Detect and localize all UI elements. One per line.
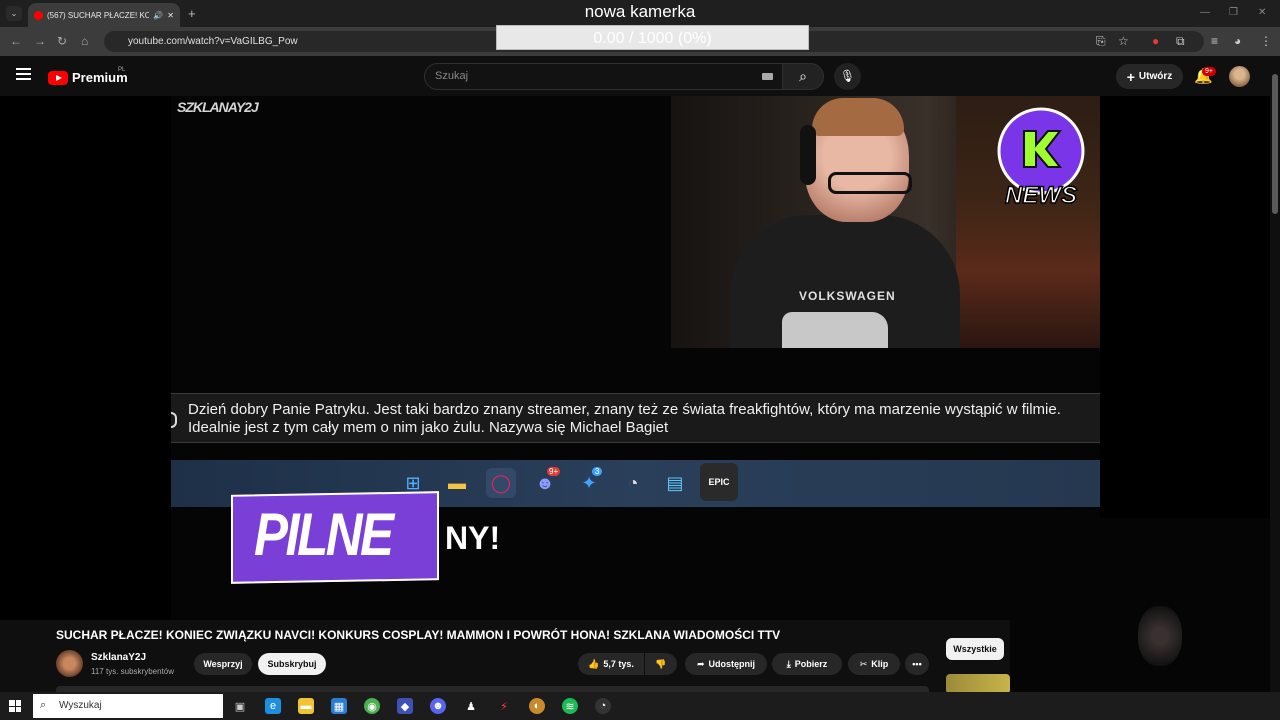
media-control-icon[interactable]: ≡ bbox=[1211, 34, 1218, 48]
create-label: Utwórz bbox=[1138, 71, 1173, 82]
menu-kebab-icon[interactable]: ⋮ bbox=[1260, 34, 1272, 48]
youtube-logo[interactable]: Premium bbox=[48, 70, 128, 85]
join-button[interactable]: Wesprzyj bbox=[194, 653, 252, 675]
subscribe-button[interactable]: Subskrybuj bbox=[258, 653, 326, 675]
thumbs-up-icon: 👍 bbox=[588, 658, 600, 669]
extensions-icon[interactable]: ⧉ bbox=[1176, 34, 1185, 49]
k-news-logo: NEWS bbox=[997, 107, 1085, 210]
notepad-icon: ▤ bbox=[666, 472, 684, 493]
opera-icon: ◯ bbox=[486, 468, 516, 498]
create-button[interactable]: + Utwórz bbox=[1116, 64, 1183, 89]
mic-icon[interactable]: 🎙 bbox=[834, 63, 861, 90]
task-view-icon[interactable]: ▣ bbox=[232, 698, 248, 714]
file-explorer-icon[interactable]: ▬ bbox=[298, 698, 314, 714]
person-hair bbox=[812, 98, 904, 136]
dislike-button[interactable]: 👎 bbox=[645, 653, 677, 675]
obs-taskbar-icon[interactable]: ◔ bbox=[595, 698, 611, 714]
facecam-person bbox=[1138, 606, 1182, 666]
like-count: 5,7 tys. bbox=[603, 659, 634, 669]
thumbs-down-icon: 👎 bbox=[655, 658, 667, 669]
download-label: Pobierz bbox=[794, 659, 828, 669]
store-icon[interactable]: ▦ bbox=[331, 698, 347, 714]
profile-icon[interactable]: ◕ bbox=[1234, 34, 1241, 48]
more-actions-button[interactable]: ••• bbox=[905, 653, 929, 675]
search-button[interactable]: ⌕ bbox=[782, 63, 824, 90]
reload-icon[interactable]: ↻ bbox=[57, 34, 67, 48]
discord-badge: 9+ bbox=[547, 467, 561, 476]
news-text: NEWS bbox=[1005, 182, 1077, 209]
notification-badge: 9+ bbox=[1202, 67, 1216, 76]
overlay-title: nowa kamerka bbox=[584, 2, 696, 21]
hamburger-menu-icon[interactable] bbox=[16, 68, 31, 83]
channel-watermark: SZKLANAY2J bbox=[177, 99, 259, 115]
install-app-icon[interactable]: ⎘ bbox=[1096, 34, 1106, 49]
account-avatar[interactable] bbox=[1229, 66, 1250, 87]
search-input[interactable]: Szukaj bbox=[424, 63, 784, 90]
share-label: Udostępnij bbox=[708, 659, 756, 669]
overlay-progress: 0.00 / 1000 (0%) bbox=[496, 25, 809, 50]
like-button[interactable]: 👍 5,7 tys. bbox=[578, 653, 644, 675]
folder-icon: ▬ bbox=[448, 472, 466, 493]
extension-red-icon[interactable]: ● bbox=[1152, 34, 1159, 48]
region-code: PL bbox=[118, 67, 126, 73]
url-text: youtube.com/watch?v=VaGILBG_Pow bbox=[128, 36, 298, 47]
share-button[interactable]: ➦ Udostępnij bbox=[685, 653, 767, 675]
lightning-app-icon[interactable]: ⚡ bbox=[496, 698, 512, 714]
obs-icon: ◔ bbox=[627, 472, 639, 493]
spotify-icon[interactable]: ≋ bbox=[562, 698, 578, 714]
league-icon[interactable]: ◐ bbox=[529, 698, 545, 714]
clip-button[interactable]: ✂ Klip bbox=[848, 653, 900, 675]
character-app-icon[interactable]: ♟ bbox=[463, 698, 479, 714]
keyboard-icon[interactable] bbox=[762, 73, 773, 80]
channel-name[interactable]: SzklanaY2J bbox=[91, 652, 146, 663]
edge-icon[interactable]: e bbox=[265, 698, 281, 714]
scrollbar-thumb[interactable] bbox=[1272, 74, 1278, 214]
search-icon: ⌕ bbox=[40, 699, 47, 711]
subtitle-text: Dzień dobry Panie Patryku. Jest taki bar… bbox=[188, 401, 1061, 436]
chip-all[interactable]: Wszystkie bbox=[946, 638, 1004, 660]
epic-games-icon: EPIC bbox=[700, 463, 738, 501]
download-button[interactable]: ⤓ Pobierz bbox=[772, 653, 842, 675]
bookmark-star-icon[interactable]: ☆ bbox=[1118, 34, 1129, 48]
forward-icon[interactable]: → bbox=[34, 34, 46, 48]
app-icon-blue[interactable]: ◆ bbox=[397, 698, 413, 714]
back-icon[interactable]: ← bbox=[10, 34, 22, 48]
chrome-icon[interactable]: ◉ bbox=[364, 698, 380, 714]
more-icon: ••• bbox=[912, 659, 922, 669]
headset bbox=[800, 125, 816, 185]
download-icon: ⤓ bbox=[786, 658, 791, 669]
windows-search-input[interactable]: Wyszukaj bbox=[33, 694, 223, 718]
start-button[interactable] bbox=[9, 700, 21, 712]
car-print bbox=[782, 312, 888, 348]
glasses bbox=[828, 172, 912, 194]
recommended-thumbnail[interactable] bbox=[946, 674, 1010, 694]
youtube-play-icon bbox=[48, 70, 68, 85]
plus-icon: + bbox=[1126, 68, 1135, 85]
shirt-print: VOLKSWAGEN bbox=[799, 289, 896, 303]
scissors-icon: ✂ bbox=[859, 658, 868, 669]
share-icon: ➦ bbox=[696, 658, 705, 669]
video-title: SUCHAR PŁACZE! KONIEC ZWIĄZKU NAVCI! KON… bbox=[56, 628, 781, 642]
headline-fragment: NY! bbox=[445, 520, 501, 556]
join-label: Wesprzyj bbox=[203, 659, 243, 669]
subscriber-count: 117 tys. subskrybentów bbox=[91, 667, 175, 676]
home-icon[interactable]: ⌂ bbox=[81, 34, 88, 48]
pilne-text: PILNE bbox=[254, 501, 394, 568]
discord-taskbar-icon[interactable]: ☻ bbox=[430, 698, 446, 714]
clip-label: Klip bbox=[871, 659, 889, 669]
channel-avatar[interactable] bbox=[56, 650, 83, 677]
